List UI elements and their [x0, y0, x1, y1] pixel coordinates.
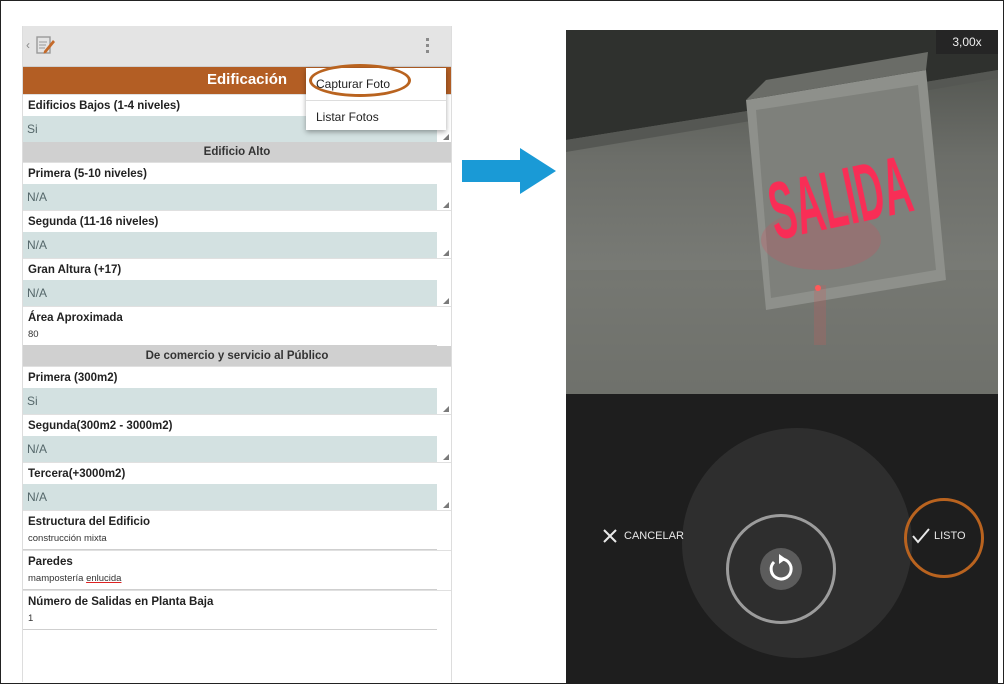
segunda-spinner[interactable]: N/A	[23, 232, 449, 258]
close-icon	[603, 529, 617, 543]
spellcheck-word: enlucida	[86, 573, 122, 584]
paredes-input[interactable]: mampostería enlucida	[23, 572, 437, 590]
primera-spinner[interactable]: N/A	[23, 184, 449, 210]
tercera-spinner[interactable]: N/A	[23, 484, 449, 510]
retake-button[interactable]	[760, 548, 802, 590]
estructura-input[interactable]: construcción mixta	[23, 532, 437, 550]
field-label: Número de Salidas en Planta Baja	[23, 590, 451, 612]
field-label: Área Aproximada	[23, 306, 451, 328]
spinner-arrow-icon	[443, 202, 449, 208]
overflow-menu-icon[interactable]	[426, 38, 430, 54]
field-label: Primera (5-10 niveles)	[23, 162, 451, 184]
action-bar: ‹	[23, 26, 451, 67]
spinner-arrow-icon	[443, 134, 449, 140]
spinner-value: N/A	[27, 190, 48, 204]
highlight-ring-capturar	[309, 64, 411, 97]
camera-screen: SALIDA 3,00x CANCELAR LISTO	[566, 30, 998, 684]
gran-altura-spinner[interactable]: N/A	[23, 280, 449, 306]
menu-item-listar-fotos[interactable]: Listar Fotos	[316, 110, 379, 124]
section-header: Edificio Alto	[23, 142, 451, 162]
camera-preview[interactable]: SALIDA 3,00x	[566, 30, 998, 394]
spinner-arrow-icon	[443, 454, 449, 460]
cancel-label: CANCELAR	[624, 530, 684, 542]
section-header: De comercio y servicio al Público	[23, 346, 451, 366]
field-label: Paredes	[23, 550, 451, 572]
edit-form-icon[interactable]	[34, 34, 56, 56]
spinner-arrow-icon	[443, 502, 449, 508]
cancel-button[interactable]: CANCELAR	[602, 528, 684, 544]
spinner-arrow-icon	[443, 298, 449, 304]
spinner-value: N/A	[27, 286, 48, 300]
camera-controls: CANCELAR LISTO	[566, 394, 998, 684]
spinner-arrow-icon	[443, 406, 449, 412]
field-label: Estructura del Edificio	[23, 510, 451, 532]
spinner-value: N/A	[27, 238, 48, 252]
back-chevron-icon[interactable]: ‹	[26, 38, 30, 52]
field-label: Primera (300m2)	[23, 366, 451, 388]
spinner-arrow-icon	[443, 250, 449, 256]
field-label: Segunda(300m2 - 3000m2)	[23, 414, 451, 436]
spinner-value: N/A	[27, 490, 48, 504]
zoom-level-badge: 3,00x	[936, 30, 998, 54]
salidas-input[interactable]: 1	[23, 612, 437, 630]
spinner-value: Si	[27, 394, 38, 408]
preview-scene: SALIDA	[566, 30, 998, 394]
field-label: Segunda (11-16 niveles)	[23, 210, 451, 232]
field-label: Tercera(+3000m2)	[23, 462, 451, 484]
form-screen: ‹ Edificación Edificios Bajos (1-4 nivel…	[22, 26, 452, 682]
form-fields: Edificios Bajos (1-4 niveles) Si Edifici…	[23, 94, 451, 630]
page-title: Edificación	[207, 71, 288, 88]
arrow-right-icon	[462, 148, 556, 194]
spinner-value: Si	[27, 122, 38, 136]
area-input[interactable]: 80	[23, 328, 437, 346]
menu-divider	[306, 100, 446, 101]
segunda-3000-spinner[interactable]: N/A	[23, 436, 449, 462]
paredes-value: mampostería	[28, 573, 87, 584]
primera-300-spinner[interactable]: Si	[23, 388, 449, 414]
highlight-ring-listo	[904, 498, 984, 578]
field-label: Gran Altura (+17)	[23, 258, 451, 280]
spinner-value: N/A	[27, 442, 48, 456]
retake-icon	[769, 554, 793, 581]
